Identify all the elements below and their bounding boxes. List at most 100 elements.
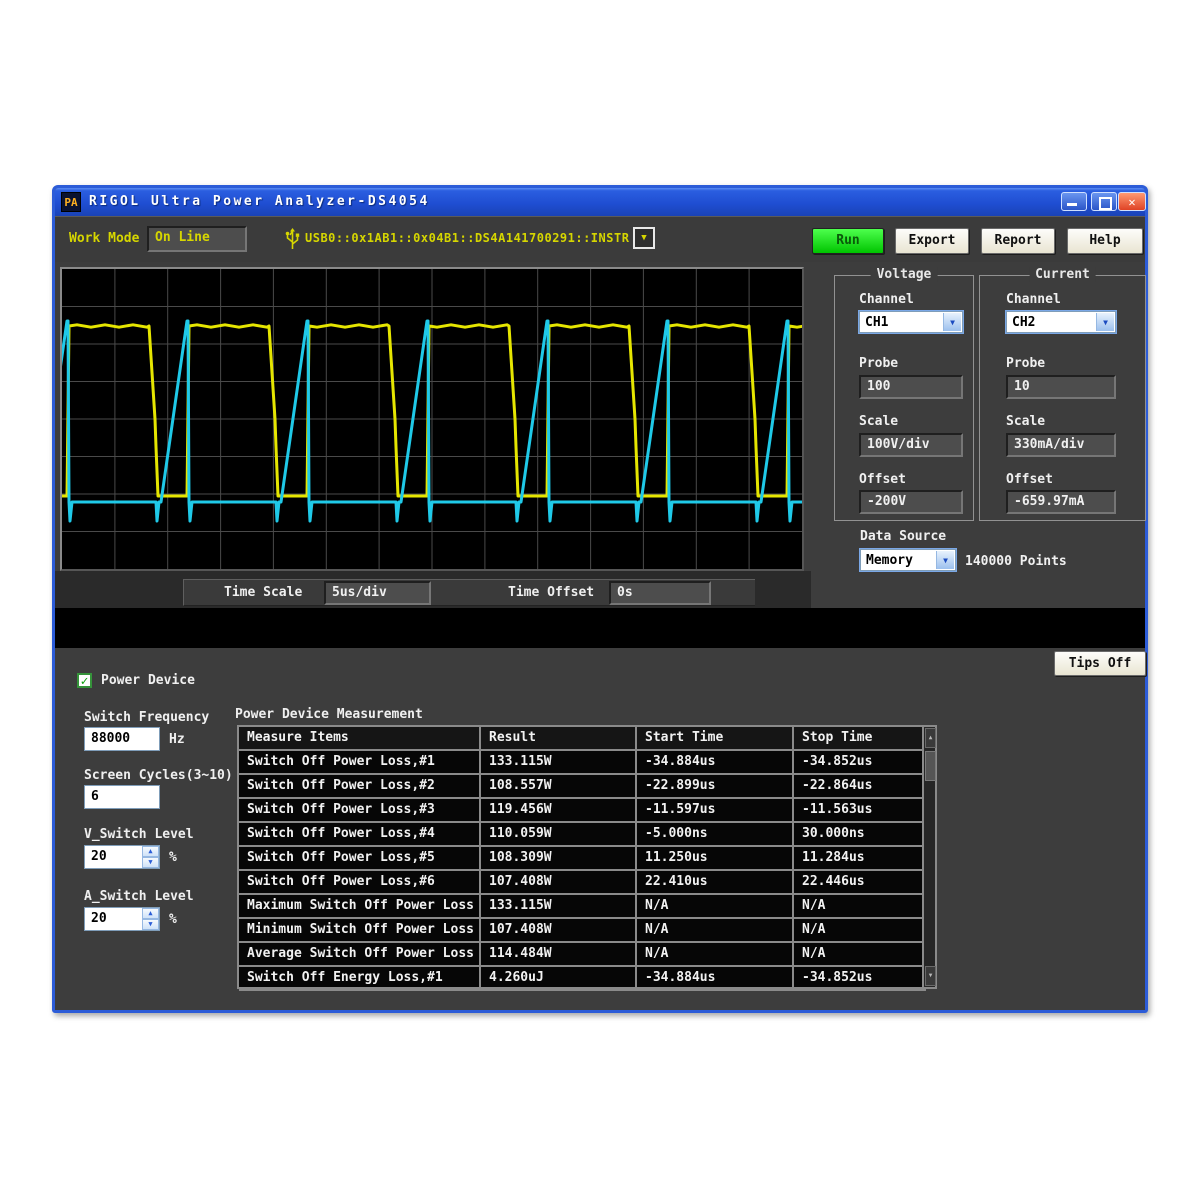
table-cell: 133.115W [481,751,637,775]
a-switch-spinner[interactable]: ▲ ▼ [142,908,159,930]
table-row[interactable]: Switch Off Power Loss,#3119.456W-11.597u… [239,799,926,823]
voltage-channel-select[interactable]: CH1 ▼ [859,311,963,333]
help-button[interactable]: Help [1067,228,1143,254]
time-offset-field[interactable]: 0s [609,581,711,605]
current-probe-field[interactable]: 10 [1006,375,1116,399]
column-header[interactable]: Start Time [637,727,794,751]
maximize-button[interactable] [1091,192,1117,211]
voltage-channel-label: Channel [859,292,914,307]
chevron-down-icon[interactable]: ▼ [1096,313,1114,331]
title-bar[interactable]: PA RIGOL Ultra Power Analyzer-DS4054 ✕ [55,188,1145,216]
voltage-group-title: Voltage [871,267,938,282]
voltage-scale-label: Scale [859,414,898,429]
switch-frequency-unit: Hz [169,732,185,747]
close-icon: ✕ [1128,195,1135,209]
current-channel-value: CH2 [1012,315,1035,330]
minimize-button[interactable] [1061,192,1087,211]
table-row[interactable]: Switch Off Energy Loss,#14.260uJ-34.884u… [239,967,926,991]
voltage-offset-label: Offset [859,472,906,487]
current-channel-select[interactable]: CH2 ▼ [1006,311,1116,333]
current-scale-label: Scale [1006,414,1045,429]
table-row[interactable]: Switch Off Power Loss,#5108.309W11.250us… [239,847,926,871]
chevron-down-icon[interactable]: ▼ [936,551,954,569]
usb-dropdown-button[interactable]: ▼ [633,227,655,249]
table-cell: -34.852us [794,751,926,775]
table-header: Measure Items Result Start Time Stop Tim… [239,727,926,751]
work-mode-value[interactable]: On Line [147,226,247,252]
maximize-icon [1099,197,1112,210]
table-cell: -11.563us [794,799,926,823]
table-row[interactable]: Maximum Switch Off Power Loss133.115WN/A… [239,895,926,919]
current-group-title: Current [1029,267,1096,282]
usb-icon [285,228,300,250]
scrollbar-thumb[interactable] [925,751,936,781]
data-source-select[interactable]: Memory ▼ [860,549,956,571]
waveform-display [60,267,804,571]
switch-frequency-input[interactable]: 88000 [84,727,160,751]
table-row[interactable]: Switch Off Power Loss,#6107.408W22.410us… [239,871,926,895]
scroll-up-icon[interactable]: ▲ [925,728,936,748]
table-cell: Maximum Switch Off Power Loss [239,895,481,919]
voltage-offset-field[interactable]: -200V [859,490,963,514]
table-cell: Switch Off Power Loss,#3 [239,799,481,823]
table-cell: Average Switch Off Power Loss [239,943,481,967]
table-cell: -34.884us [637,751,794,775]
current-scale-field[interactable]: 330mA/div [1006,433,1116,457]
column-header[interactable]: Result [481,727,637,751]
spin-down-icon[interactable]: ▼ [142,857,159,868]
table-cell: 30.000ns [794,823,926,847]
table-cell: -34.884us [637,967,794,991]
current-offset-field[interactable]: -659.97mA [1006,490,1116,514]
run-button[interactable]: Run [812,228,884,254]
table-cell: 22.446us [794,871,926,895]
switch-frequency-label: Switch Frequency [84,710,209,725]
tips-off-button[interactable]: Tips Off [1054,651,1146,676]
separator-band [55,608,1145,648]
table-row[interactable]: Switch Off Power Loss,#1133.115W-34.884u… [239,751,926,775]
v-switch-level-unit: % [169,850,177,865]
spin-up-icon[interactable]: ▲ [142,846,159,857]
voltage-scale-field[interactable]: 100V/div [859,433,963,457]
screen-cycles-label: Screen Cycles(3~10) [84,768,233,783]
minimize-icon [1067,203,1077,206]
voltage-probe-field[interactable]: 100 [859,375,963,399]
table-scrollbar[interactable]: ▲ ▼ [922,727,935,987]
report-button[interactable]: Report [981,228,1055,254]
measurement-table-title: Power Device Measurement [235,707,423,722]
table-cell: 4.260uJ [481,967,637,991]
table-cell: N/A [637,943,794,967]
table-row[interactable]: Average Switch Off Power Loss114.484WN/A… [239,943,926,967]
table-cell: 133.115W [481,895,637,919]
table-cell: Switch Off Energy Loss,#1 [239,967,481,991]
column-header[interactable]: Measure Items [239,727,481,751]
column-header[interactable]: Stop Time [794,727,926,751]
spin-down-icon[interactable]: ▼ [142,919,159,930]
spin-up-icon[interactable]: ▲ [142,908,159,919]
table-row[interactable]: Minimum Switch Off Power Loss107.408WN/A… [239,919,926,943]
time-offset-label: Time Offset [508,585,594,600]
export-button[interactable]: Export [895,228,969,254]
table-cell: 107.408W [481,871,637,895]
table-row[interactable]: Switch Off Power Loss,#4110.059W-5.000ns… [239,823,926,847]
timebase-bar: Time Scale 5us/div Time Offset 0s [183,579,755,606]
app-icon: PA [61,192,81,212]
v-switch-spinner[interactable]: ▲ ▼ [142,846,159,868]
table-cell: Switch Off Power Loss,#1 [239,751,481,775]
chevron-down-icon[interactable]: ▼ [943,313,961,331]
table-row[interactable]: Switch Off Power Loss,#2108.557W-22.899u… [239,775,926,799]
usb-resource-string: USB0::0x1AB1::0x04B1::DS4A141700291::INS… [305,231,629,245]
scroll-down-icon[interactable]: ▼ [925,966,936,986]
table-cell: -34.852us [794,967,926,991]
time-scale-label: Time Scale [224,585,302,600]
power-device-checkbox[interactable]: ✓ [77,673,92,688]
screen-cycles-input[interactable]: 6 [84,785,160,809]
time-scale-field[interactable]: 5us/div [324,581,431,605]
window-title: RIGOL Ultra Power Analyzer-DS4054 [89,194,430,209]
close-button[interactable]: ✕ [1118,192,1146,211]
current-offset-label: Offset [1006,472,1053,487]
usb-dropdown-icon: ▼ [641,233,646,243]
measurement-table-body: Switch Off Power Loss,#1133.115W-34.884u… [239,751,926,991]
table-cell: N/A [794,943,926,967]
table-cell: 114.484W [481,943,637,967]
current-channel-label: Channel [1006,292,1061,307]
